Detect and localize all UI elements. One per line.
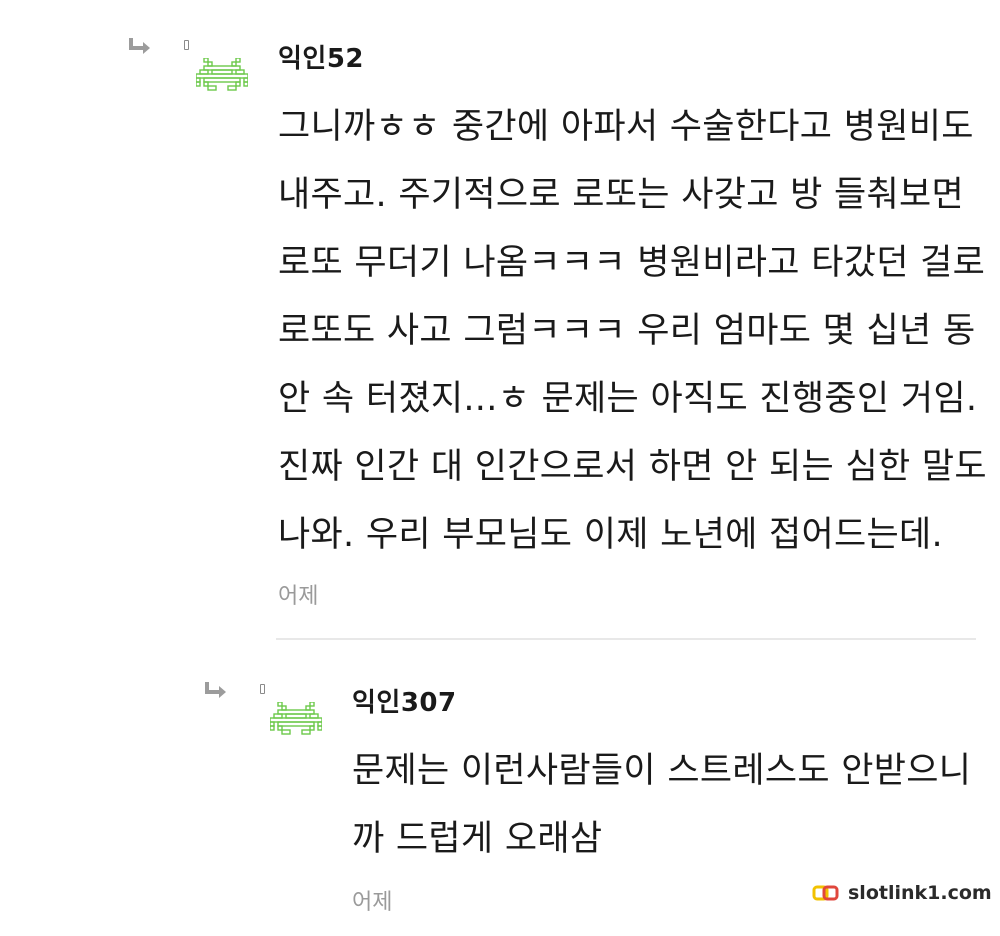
comment-divider (276, 638, 976, 640)
comment-author[interactable]: 익인52 (278, 38, 364, 75)
comment-timestamp: 어제 (278, 584, 319, 609)
badge-icon (184, 40, 189, 50)
comment-text-line: 내주고. 주기적으로 로또는 사갖고 방 들춰보면 (278, 175, 965, 215)
badge-icon (260, 684, 265, 694)
reply-arrow-icon (205, 682, 226, 698)
space-invader-avatar-icon[interactable] (270, 702, 322, 746)
comment-timestamp: 어제 (352, 890, 393, 915)
comment-text-line: 그니까ㅎㅎ 중간에 아파서 수술한다고 병원비도 (278, 107, 974, 147)
link-logo-icon (812, 885, 839, 901)
reply-arrow-icon (129, 38, 150, 54)
comment-text-line: 문제는 이런사람들이 스트레스도 안받으니 (352, 751, 972, 791)
comment-author[interactable]: 익인307 (352, 682, 457, 719)
watermark-text: slotlink1.com (848, 882, 992, 904)
comment-text-line: 나와. 우리 부모님도 이제 노년에 접어드는데. (278, 515, 943, 555)
comment-text-line: 로또 무더기 나옴ㅋㅋㅋ 병원비라고 타갔던 걸로 (278, 243, 986, 283)
comment-text-line: 까 드럽게 오래삼 (352, 819, 603, 859)
space-invader-avatar-icon[interactable] (196, 58, 248, 102)
comment-thread: 익인52 그니까ㅎㅎ 중간에 아파서 수술한다고 병원비도 내주고. 주기적으로… (0, 0, 1000, 936)
comment-text-line: 진짜 인간 대 인간으로서 하면 안 되는 심한 말도 (278, 447, 987, 487)
watermark: slotlink1.com (812, 882, 992, 904)
comment-text-line: 안 속 터졌지...ㅎ 문제는 아직도 진행중인 거임. (278, 379, 978, 419)
comment-text-line: 로또도 사고 그럼ㅋㅋㅋ 우리 엄마도 몇 십년 동 (278, 311, 976, 351)
